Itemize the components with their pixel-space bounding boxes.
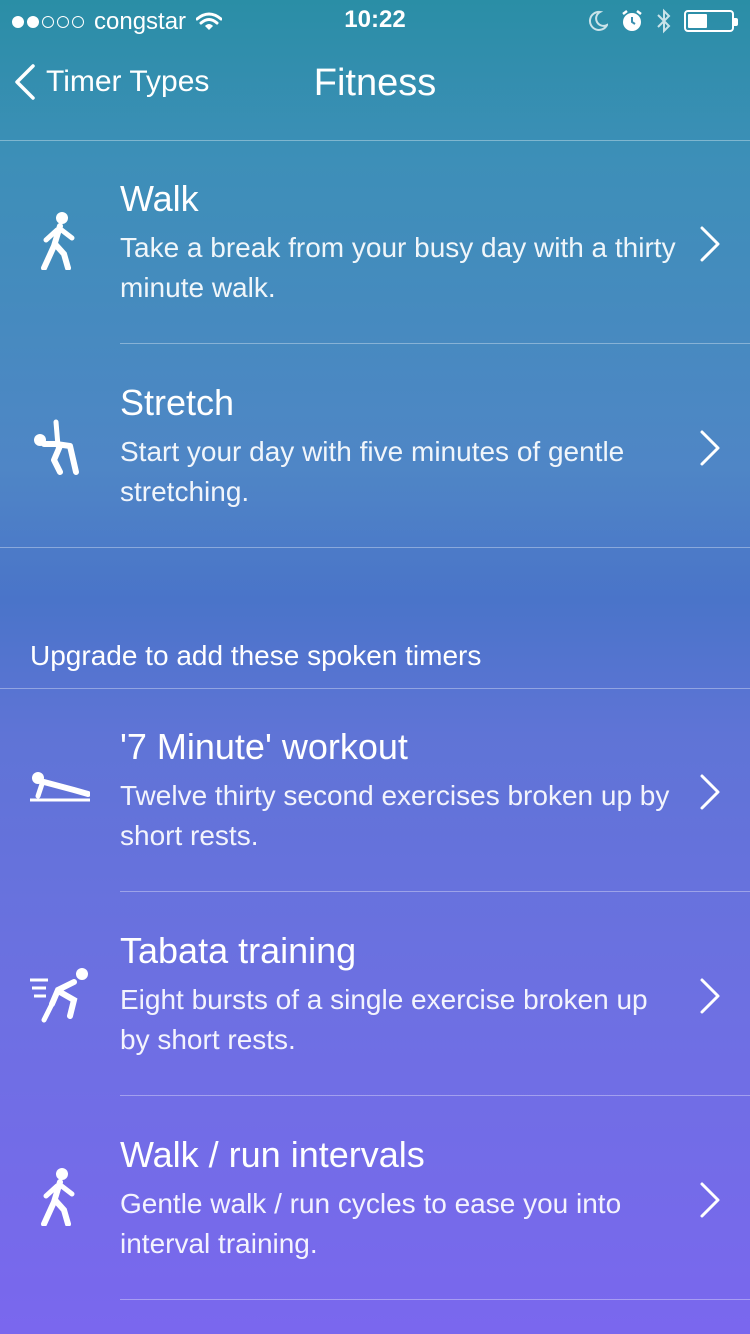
pushup-icon	[30, 772, 90, 802]
walk-icon	[41, 1168, 75, 1226]
status-bar: congstar 10:22	[0, 0, 750, 40]
timer-description: Eight bursts of a single exercise broken…	[120, 984, 648, 1055]
timer-title: Walk	[120, 178, 199, 219]
chevron-right-icon	[700, 1182, 720, 1218]
timer-title: Stretch	[120, 382, 235, 423]
status-right	[588, 8, 738, 34]
chevron-right-icon	[700, 226, 720, 262]
timer-description: Gentle walk / run cycles to ease you int…	[120, 1188, 622, 1259]
alarm-icon	[622, 10, 642, 31]
chevron-right-icon	[700, 430, 720, 466]
timer-title: '7 Minute' workout	[120, 726, 408, 767]
divider	[0, 547, 750, 548]
page-title: Fitness	[313, 62, 437, 104]
upgrade-row-7-minute-workout[interactable]: '7 Minute' workout Twelve thirty second …	[0, 688, 750, 892]
timer-title: Walk / run intervals	[120, 1134, 425, 1175]
timer-description: Start your day with five minutes of gent…	[120, 436, 625, 507]
chevron-right-icon	[700, 978, 720, 1014]
timer-description: Take a break from your busy day with a t…	[120, 232, 676, 303]
divider	[120, 1299, 750, 1300]
timer-title: Tabata training	[120, 930, 357, 971]
navigation-bar: Timer Types Fitness	[0, 40, 750, 140]
upgrade-row-tabata-training[interactable]: Tabata training Eight bursts of a single…	[0, 892, 750, 1096]
walk-icon	[41, 212, 75, 270]
upgrade-row-walk-run-intervals[interactable]: Walk / run intervals Gentle walk / run c…	[0, 1096, 750, 1300]
timer-row-walk[interactable]: Walk Take a break from your busy day wit…	[0, 140, 750, 344]
bluetooth-icon	[657, 8, 671, 34]
sprint-icon	[30, 968, 88, 1023]
section-header: Upgrade to add these spoken timers	[30, 640, 482, 671]
timer-description: Twelve thirty second exercises broken up…	[120, 780, 670, 851]
battery-icon	[684, 10, 738, 32]
moon-icon	[588, 10, 608, 31]
timer-row-stretch[interactable]: Stretch Start your day with five minutes…	[0, 344, 750, 548]
stretch-icon	[34, 419, 79, 475]
chevron-right-icon	[700, 774, 720, 810]
